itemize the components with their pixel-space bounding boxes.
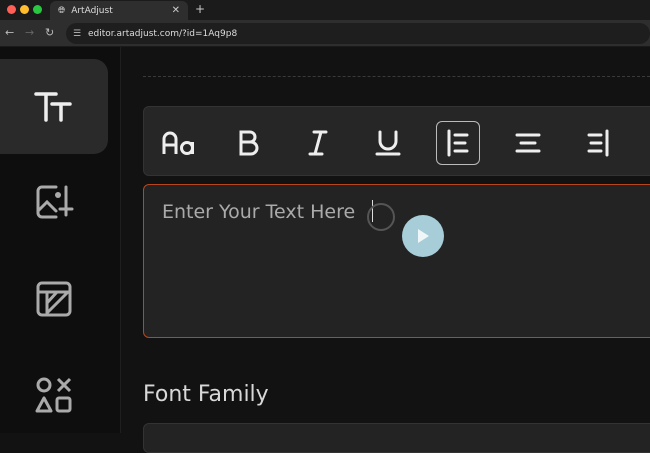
align-center-button[interactable]	[506, 121, 550, 165]
shapes-icon	[35, 377, 72, 412]
font-size-icon	[162, 131, 194, 155]
play-icon	[418, 229, 429, 243]
font-size-button[interactable]	[157, 121, 201, 165]
sidebar-item-shapes[interactable]	[0, 347, 108, 442]
back-icon[interactable]: ←	[5, 26, 14, 39]
text-format-toolbar	[143, 106, 650, 176]
url-field[interactable]: ☰ editor.artadjust.com/?id=1Aq9p8	[66, 23, 650, 44]
address-bar-row: ← → ↻ ☰ editor.artadjust.com/?id=1Aq9p8	[0, 20, 650, 47]
minimize-window-button[interactable]	[20, 5, 29, 14]
bold-button[interactable]	[227, 121, 271, 165]
play-button[interactable]	[402, 215, 444, 257]
cursor-highlight	[367, 203, 395, 231]
sidebar	[0, 47, 121, 433]
site-settings-icon[interactable]: ☰	[73, 29, 81, 39]
underline-icon	[375, 130, 401, 156]
add-image-icon	[36, 185, 74, 218]
align-left-icon	[447, 129, 469, 157]
align-right-icon	[587, 129, 609, 157]
bold-icon	[239, 130, 259, 156]
sidebar-item-text[interactable]	[0, 59, 108, 154]
font-family-label: Font Family	[143, 382, 269, 407]
globe-icon: 🌐︎	[58, 5, 66, 16]
align-center-icon	[515, 133, 541, 153]
frame-icon	[36, 281, 72, 316]
forward-icon[interactable]: →	[25, 26, 34, 39]
close-window-button[interactable]	[7, 5, 16, 14]
maximize-window-button[interactable]	[33, 5, 42, 14]
text-icon	[34, 91, 72, 122]
close-tab-icon[interactable]: ✕	[172, 5, 180, 16]
text-input-area[interactable]: Enter Your Text Here	[143, 184, 650, 338]
italic-icon	[308, 130, 328, 156]
text-placeholder: Enter Your Text Here	[162, 201, 356, 223]
browser-tab[interactable]: 🌐︎ ArtAdjust ✕	[50, 1, 188, 20]
sidebar-item-frame[interactable]	[0, 251, 108, 346]
tab-title: ArtAdjust	[71, 5, 113, 16]
reload-icon[interactable]: ↻	[45, 26, 54, 39]
new-tab-button[interactable]: +	[195, 2, 205, 16]
align-right-button[interactable]	[576, 121, 620, 165]
font-family-select[interactable]	[143, 423, 650, 453]
url-text: editor.artadjust.com/?id=1Aq9p8	[88, 28, 238, 39]
align-left-button[interactable]	[436, 121, 480, 165]
divider	[143, 76, 650, 77]
browser-tab-bar: 🌐︎ ArtAdjust ✕ +	[0, 0, 650, 20]
italic-button[interactable]	[296, 121, 340, 165]
underline-button[interactable]	[366, 121, 410, 165]
sidebar-item-add-image[interactable]	[0, 155, 108, 250]
